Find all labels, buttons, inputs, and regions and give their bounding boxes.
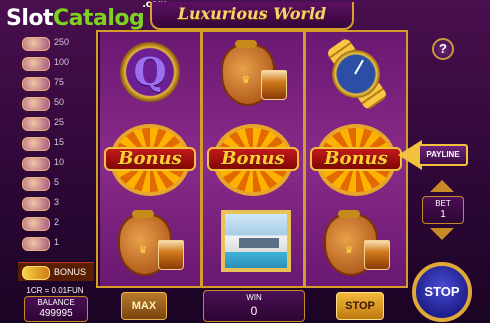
gold-watch-symbol	[314, 36, 398, 112]
paytable-row: 1	[18, 236, 94, 252]
bonus-text: Bonus	[310, 147, 402, 171]
paytable-row: 50	[18, 96, 94, 112]
bonus-combo-icon	[22, 137, 50, 151]
q-symbol: Q	[108, 36, 192, 112]
bonus-combo-icon	[22, 197, 50, 211]
paytable-value: 100	[54, 57, 70, 67]
reel-3: Bonus ♛	[306, 32, 406, 286]
bet-decrease-button[interactable]	[430, 228, 454, 240]
reel-1: Q Bonus ♛	[100, 32, 200, 286]
spin-stop-button[interactable]: STOP	[412, 262, 472, 322]
bonus-wheel-symbol: Bonus	[310, 122, 402, 198]
paytable-row: 3	[18, 196, 94, 212]
paytable-bonus-row: BONUS	[18, 262, 94, 281]
coin-rate: 1CR = 0.01FUN	[26, 286, 84, 295]
bag-tie-icon	[338, 210, 360, 218]
paytable-row: 15	[18, 136, 94, 152]
bonus-combo-icon	[22, 37, 50, 51]
paytable-row: 250	[18, 36, 94, 52]
paytable-row: 25	[18, 116, 94, 132]
watermark-logo: SlotCatalog.com	[6, 0, 169, 31]
bonus-combo-icon	[22, 217, 50, 231]
bonus-wheel-symbol: Bonus	[207, 122, 299, 198]
watermark-part1: Slot	[6, 6, 54, 31]
paytable-value: 1	[54, 237, 60, 247]
paytable-row: 75	[18, 76, 94, 92]
whisky-glass-icon	[261, 70, 287, 100]
paytable-value: 25	[54, 117, 65, 127]
bet-increase-button[interactable]	[430, 180, 454, 192]
paytable-row: 2	[18, 216, 94, 232]
paytable-row: 100	[18, 56, 94, 72]
villa-photo-icon	[221, 210, 291, 272]
win-display: WIN 0	[203, 290, 305, 322]
paytable-value: 10	[54, 157, 65, 167]
balance-value: 499995	[39, 308, 73, 319]
bet-value: 1	[440, 209, 446, 220]
bonus-combo-icon	[22, 177, 50, 191]
balance-label: BALANCE	[37, 298, 75, 307]
cognac-bag-symbol: ♛	[211, 36, 295, 112]
paytable-value: 5	[54, 177, 60, 187]
watermark-part2: Catalog	[53, 6, 145, 31]
game-title: Luxurious World	[150, 2, 354, 30]
q-letter: Q	[133, 49, 167, 94]
bag-tie-icon	[132, 210, 154, 218]
bonus-combo-icon	[22, 117, 50, 131]
bottom-bar: 1CR = 0.01FUN BALANCE 499995 MAX WIN 0 S…	[18, 286, 406, 323]
balance-display: BALANCE 499995	[24, 296, 88, 322]
paytable-value: 15	[54, 137, 65, 147]
help-button[interactable]: ?	[432, 38, 454, 60]
villa-windows	[239, 238, 279, 248]
reel-2: ♛ Bonus	[203, 32, 303, 286]
bonus-combo-icon	[22, 237, 50, 251]
payline-label: PAYLINE	[418, 144, 468, 166]
crown-icon: ♛	[241, 75, 251, 86]
bonus-combo-icon	[22, 77, 50, 91]
bonus-coin-icon	[22, 266, 50, 280]
paytable-value: 75	[54, 77, 65, 87]
bonus-text: Bonus	[207, 147, 299, 171]
reels-area: Q Bonus ♛ ♛ Bonus Bonus ♛	[96, 30, 408, 288]
whisky-glass-icon	[364, 240, 390, 270]
paytable-row: 10	[18, 156, 94, 172]
payline-indicator: PAYLINE	[398, 140, 468, 170]
bonus-combo-icon	[22, 97, 50, 111]
cognac-bag-symbol: ♛	[314, 206, 398, 282]
crown-icon: ♛	[138, 245, 148, 256]
villa-picture-symbol	[211, 206, 295, 282]
bag-tie-icon	[235, 40, 257, 48]
win-value: 0	[250, 304, 258, 318]
paytable-value: 3	[54, 197, 60, 207]
paytable-value: 250	[54, 37, 70, 47]
crown-icon: ♛	[344, 245, 354, 256]
bonus-combo-icon	[22, 57, 50, 71]
bonus-label: BONUS	[54, 267, 87, 277]
paytable-row: 5	[18, 176, 94, 192]
cognac-bag-symbol: ♛	[108, 206, 192, 282]
bonus-text: Bonus	[104, 147, 196, 171]
paytable-value: 2	[54, 217, 60, 227]
stop-button[interactable]: STOP	[336, 292, 384, 320]
bonus-combo-icon	[22, 157, 50, 171]
slot-game-screen: SlotCatalog.com Luxurious World 250 100 …	[0, 0, 490, 323]
paytable: 250 100 75 50 25 15 10 5 3 2 1 BONUS	[18, 30, 94, 281]
paytable-value: 50	[54, 97, 65, 107]
whisky-glass-icon	[158, 240, 184, 270]
win-label: WIN	[246, 293, 262, 302]
bonus-wheel-symbol: Bonus	[104, 122, 196, 198]
max-bet-button[interactable]: MAX	[121, 292, 167, 320]
bet-display: BET 1	[422, 196, 464, 224]
bet-label: BET	[435, 199, 451, 208]
